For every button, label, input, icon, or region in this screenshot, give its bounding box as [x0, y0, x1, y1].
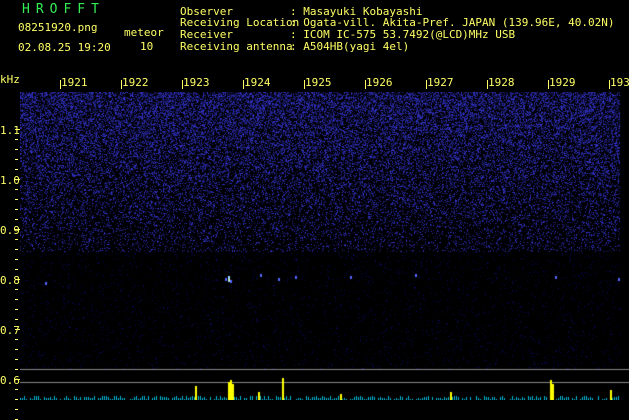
freq-tick [15, 139, 18, 140]
receiver-label: Receiver [180, 28, 233, 41]
freq-tick-label: 0.7 [0, 324, 20, 337]
freq-tick [15, 359, 18, 360]
time-tick-label: 1923 [183, 76, 210, 89]
time-tick-label: 1922 [122, 76, 149, 89]
freq-tick-label: 0.6 [0, 374, 20, 387]
freq-tick-label: 1.0 [0, 174, 20, 187]
freq-tick [15, 249, 18, 250]
freq-tick [15, 309, 18, 310]
time-tick-label: 1929 [549, 76, 576, 89]
time-tick-label: 1926 [366, 76, 393, 89]
location-label: Receiving Location [180, 16, 300, 29]
freq-tick [15, 339, 18, 340]
location-value: : Ogata-vill. Akita-Pref. JAPAN (139.96E… [290, 16, 615, 29]
freq-tick [15, 289, 18, 290]
freq-tick-label: 1.1 [0, 124, 20, 137]
freq-tick [15, 409, 18, 410]
unit-label: kHz [0, 73, 20, 86]
spectrogram [20, 92, 629, 400]
time-tick-label: 1927 [427, 76, 454, 89]
meteor-label: meteor [124, 26, 164, 39]
freq-tick [15, 209, 18, 210]
freq-tick [15, 239, 18, 240]
antenna-value: : A504HB(yagi 4el) [290, 40, 410, 53]
time-tick-label: 1925 [305, 76, 332, 89]
receiver-value: : ICOM IC-575 53.7492(@LCD)MHz USB [290, 28, 516, 41]
spectrogram-canvas [20, 92, 629, 400]
freq-tick-label: 0.9 [0, 224, 20, 237]
datetime-label: 02.08.25 19:20 [18, 41, 111, 54]
freq-tick [15, 389, 18, 390]
freq-tick [15, 259, 18, 260]
freq-tick [15, 349, 18, 350]
freq-tick [15, 319, 18, 320]
freq-tick [15, 149, 18, 150]
freq-tick [15, 189, 18, 190]
app-title: HROFFT [22, 2, 105, 17]
filename-label: 08251920.png [18, 21, 98, 34]
freq-tick-label: 0.8 [0, 274, 20, 287]
freq-tick [15, 369, 18, 370]
freq-tick [15, 159, 18, 160]
time-tick-label: 1924 [244, 76, 271, 89]
freq-tick [15, 219, 18, 220]
time-tick-label: 1928 [488, 76, 515, 89]
freq-tick [15, 199, 18, 200]
freq-tick [15, 169, 18, 170]
meteor-count: 10 [140, 40, 154, 53]
freq-tick [15, 269, 18, 270]
antenna-label: Receiving antenna [180, 40, 293, 53]
time-axis: 1921 1922 1923 1924 1925 1926 1927 1928 1929 1930 [20, 76, 629, 92]
freq-tick [15, 299, 18, 300]
time-tick-label: 1921 [61, 76, 88, 89]
time-tick-label: 1930 [610, 76, 629, 89]
